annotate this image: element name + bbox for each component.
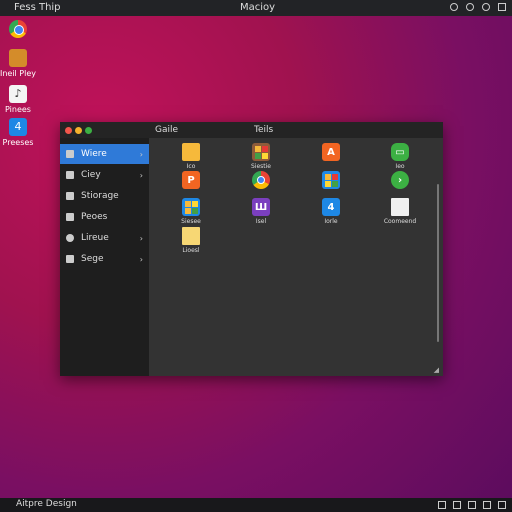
network-icon[interactable] <box>438 501 446 509</box>
app-item[interactable]: Lioesl <box>171 227 211 254</box>
app-item[interactable]: ▭ Ieo <box>380 143 420 170</box>
app-item[interactable]: › <box>380 171 420 191</box>
app-item-label: Ieo <box>395 163 405 170</box>
desktop-icon-chrome[interactable] <box>0 20 48 40</box>
green-circle-icon: › <box>391 171 409 189</box>
desktop-icon-label: Ineil Pley <box>0 69 37 78</box>
chrome-icon <box>252 171 270 189</box>
app-item-label: Iorle <box>324 218 338 225</box>
desktop-icon-label: Pinees <box>5 105 31 114</box>
top-menubar: Fess Thip Macioy <box>0 0 512 16</box>
window-sidebar: Wiere › Ciey › Stiorage Peoes Lireue › S… <box>60 138 149 376</box>
taskbar-label[interactable]: Aitpre Design <box>16 499 77 509</box>
sidebar-item-label: Peoes <box>81 212 108 222</box>
chevron-right-icon: › <box>139 233 143 243</box>
bottom-taskbar: Aitpre Design <box>0 498 512 512</box>
sidebar-item-stiorage[interactable]: Stiorage <box>60 186 149 206</box>
sidebar-item-label: Ciey <box>81 170 101 180</box>
clock-icon[interactable] <box>498 501 506 509</box>
app-item[interactable]: Ico <box>171 143 211 170</box>
file-icon <box>391 198 409 216</box>
minimize-button[interactable] <box>75 127 82 134</box>
chevron-right-icon: › <box>139 254 143 264</box>
doc-icon <box>66 171 74 179</box>
app-item-label: Isel <box>255 218 267 225</box>
wand-icon <box>66 150 74 158</box>
colored-grid-icon <box>322 171 340 189</box>
window-title-left: Gaile <box>155 125 179 135</box>
sidebar-item-peoes[interactable]: Peoes <box>60 207 149 227</box>
sidebar-item-lireue[interactable]: Lireue › <box>60 228 149 248</box>
app-item[interactable]: P <box>171 171 211 191</box>
top-left-label[interactable]: Fess Thip <box>14 2 61 13</box>
music-icon: ♪ <box>9 85 27 103</box>
vertical-scrollbar[interactable] <box>437 184 439 342</box>
app-item[interactable]: 4 Iorle <box>311 198 351 225</box>
app-item[interactable]: A <box>311 143 351 163</box>
app-item[interactable]: Ш Isel <box>241 198 281 225</box>
blue-app-icon: 4 <box>322 198 340 216</box>
app-item[interactable] <box>241 171 281 191</box>
sidebar-item-label: Sege <box>81 254 104 264</box>
chevron-right-icon: › <box>139 170 143 180</box>
desktop-icon-app[interactable]: Ineil Pley <box>0 49 48 78</box>
a-app-icon: A <box>322 143 340 161</box>
files-window: Gaile Teils Wiere › Ciey › Stiorage Peoe… <box>60 122 443 376</box>
chrome-icon <box>9 20 27 38</box>
app-item-label: Ico <box>186 163 196 170</box>
chevron-right-icon: › <box>139 149 143 159</box>
folder-icon <box>66 213 74 221</box>
wifi-icon[interactable] <box>453 501 461 509</box>
grid-app-icon <box>252 143 270 161</box>
app-item-label: Lioesl <box>182 247 200 254</box>
app-item-label: Coomeend <box>383 218 417 225</box>
clock-icon <box>66 234 74 242</box>
app-item[interactable]: Siestie <box>241 143 281 170</box>
sidebar-item-label: Wiere <box>81 149 107 159</box>
p-app-icon: P <box>182 171 200 189</box>
app-grid: Ico Siestie A ▭ Ieo P › Siesee Ш Isel 4 … <box>149 138 443 376</box>
list-icon <box>66 255 74 263</box>
app-item-label: Siestie <box>250 163 271 170</box>
green-app-icon: ▭ <box>391 143 409 161</box>
battery-icon[interactable] <box>483 501 491 509</box>
mosaic-icon <box>182 198 200 216</box>
app-item[interactable] <box>311 171 351 191</box>
desktop-icon-label: Preeses <box>2 138 34 147</box>
maximize-button[interactable] <box>85 127 92 134</box>
settings-icon[interactable] <box>482 3 490 11</box>
sidebar-item-ciey[interactable]: Ciey › <box>60 165 149 185</box>
sidebar-item-label: Stiorage <box>81 191 119 201</box>
desktop-icon-music[interactable]: ♪ Pinees <box>0 85 48 114</box>
sidebar-item-wiere[interactable]: Wiere › <box>60 144 149 164</box>
app-item[interactable]: Coomeend <box>380 198 420 225</box>
sidebar-item-label: Lireue <box>81 233 109 243</box>
window-titlebar[interactable]: Gaile Teils <box>60 122 443 138</box>
note-icon <box>182 227 200 245</box>
top-tray <box>450 3 506 11</box>
purple-app-icon: Ш <box>252 198 270 216</box>
close-button[interactable] <box>65 127 72 134</box>
window-icon[interactable] <box>498 3 506 11</box>
window-title-right: Teils <box>254 125 274 135</box>
folder-icon <box>182 143 200 161</box>
gear-icon <box>66 192 74 200</box>
resize-handle-icon[interactable]: ◢ <box>434 366 439 374</box>
location-icon[interactable] <box>450 3 458 11</box>
app-item[interactable]: Siesee <box>171 198 211 225</box>
sidebar-item-sege[interactable]: Sege › <box>60 249 149 269</box>
app-icon <box>9 49 27 67</box>
volume-icon[interactable] <box>468 501 476 509</box>
app-item-label: Siesee <box>181 218 201 225</box>
desktop-icon-blue-app[interactable]: 4 Preeses <box>0 118 48 147</box>
top-center-label[interactable]: Macioy <box>240 2 275 13</box>
blue-app-icon: 4 <box>9 118 27 136</box>
record-icon[interactable] <box>466 3 474 11</box>
bottom-tray <box>438 501 506 509</box>
